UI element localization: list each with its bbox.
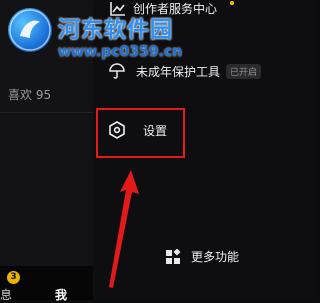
tab-me[interactable]: 我 — [55, 286, 67, 303]
red-arrow-icon — [109, 170, 139, 288]
status-badge: 已开启 — [226, 63, 262, 79]
likes-tab[interactable]: 喜欢 95 — [8, 86, 51, 103]
menu-item-minor-protection[interactable]: 未成年保护工具 已开启 — [108, 62, 262, 80]
watermark-url: www.pc0359.cn — [58, 44, 183, 60]
divider — [0, 112, 93, 113]
menu-item-label: 更多功能 — [191, 250, 240, 264]
watermark-logo — [8, 8, 52, 52]
menu-item-label: 未成年保护工具 — [136, 64, 221, 79]
notification-dot — [230, 1, 234, 5]
highlight-box — [96, 108, 185, 158]
umbrella-icon — [109, 63, 125, 79]
menu-item-more-features[interactable]: 更多功能 — [165, 248, 239, 265]
grid-icon — [166, 248, 181, 264]
watermark-title: 河东软件园 — [58, 18, 174, 43]
message-badge: 3 — [7, 271, 20, 284]
watermark: 河东软件园 www.pc0359.cn — [8, 8, 182, 60]
tab-messages[interactable]: 息 — [0, 286, 12, 303]
